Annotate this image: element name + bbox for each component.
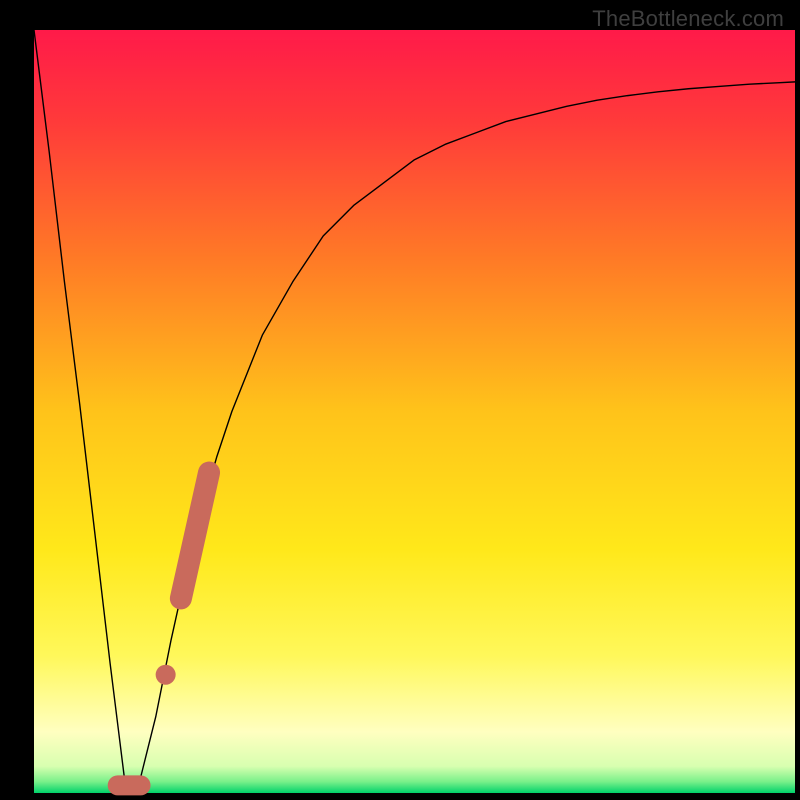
chart-svg <box>0 0 800 800</box>
bottleneck-chart: TheBottleneck.com <box>0 0 800 800</box>
watermark-text: TheBottleneck.com <box>592 6 784 32</box>
bang-dot <box>156 665 176 685</box>
